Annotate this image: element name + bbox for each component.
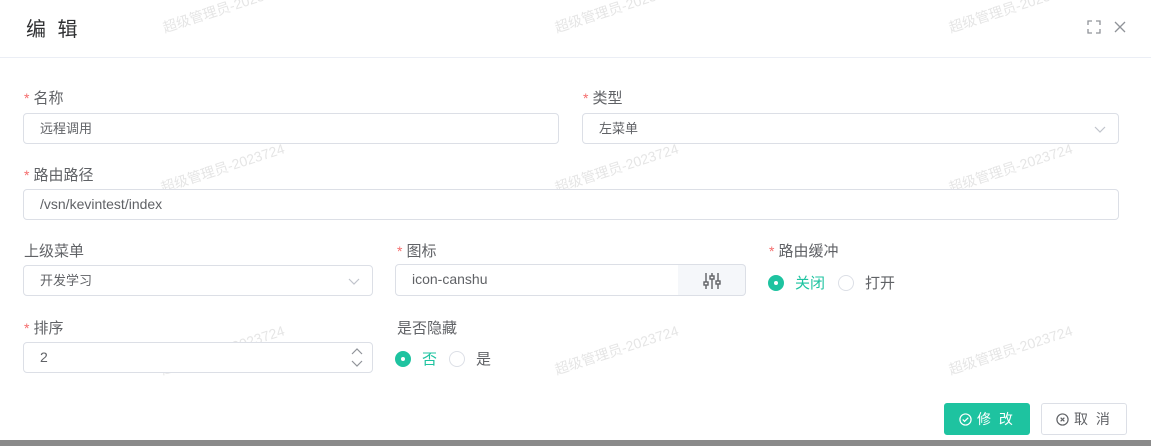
close-circle-icon bbox=[1056, 412, 1069, 426]
radio-dot bbox=[449, 350, 465, 367]
name-input[interactable]: 远程调用 bbox=[23, 113, 559, 144]
required-mark: * bbox=[583, 90, 589, 106]
close-icon[interactable] bbox=[1112, 19, 1128, 35]
watermark: 超级管理员-2023724 bbox=[946, 322, 1075, 378]
icon-input[interactable]: icon-canshu bbox=[395, 264, 679, 296]
name-label: * 名称 bbox=[24, 90, 64, 107]
parent-menu-label: 上级菜单 bbox=[24, 243, 85, 260]
hidden-label: 是否隐藏 bbox=[397, 320, 458, 337]
dialog-header: 编 辑 bbox=[0, 0, 1151, 58]
route-path-input[interactable]: /vsn/kevintest/index bbox=[23, 189, 1119, 220]
required-mark: * bbox=[24, 90, 30, 106]
radio-cache-off[interactable]: 关闭 bbox=[768, 272, 825, 293]
radio-cache-on[interactable]: 打开 bbox=[838, 272, 895, 293]
chevron-down-icon bbox=[348, 278, 360, 285]
fullscreen-icon[interactable] bbox=[1086, 19, 1102, 35]
watermark: 超级管理员-2023724 bbox=[552, 322, 681, 378]
edit-dialog: 超级管理员-2023724 超级管理员-2023724 超级管理员-202372… bbox=[0, 0, 1151, 446]
sort-number-input[interactable]: 2 bbox=[23, 342, 373, 373]
chevron-down-icon bbox=[1094, 126, 1106, 133]
sliders-icon bbox=[703, 273, 721, 289]
route-cache-label: * 路由缓冲 bbox=[769, 243, 839, 260]
type-label: * 类型 bbox=[583, 90, 623, 107]
check-circle-icon bbox=[959, 412, 972, 426]
cancel-button[interactable]: 取 消 bbox=[1041, 403, 1127, 435]
required-mark: * bbox=[24, 167, 30, 183]
submit-button[interactable]: 修 改 bbox=[944, 403, 1030, 435]
radio-dot bbox=[838, 274, 854, 291]
stepper-icon[interactable] bbox=[342, 343, 372, 372]
type-select[interactable]: 左菜单 bbox=[582, 113, 1119, 144]
dialog-title: 编 辑 bbox=[26, 19, 81, 41]
required-mark: * bbox=[769, 243, 775, 259]
radio-hidden-yes[interactable]: 是 bbox=[449, 348, 491, 369]
radio-dot bbox=[395, 350, 411, 367]
icon-label: * 图标 bbox=[397, 243, 437, 260]
icon-picker-button[interactable] bbox=[678, 264, 746, 296]
radio-hidden-no[interactable]: 否 bbox=[395, 348, 437, 369]
bottom-divider bbox=[0, 440, 1151, 446]
radio-dot bbox=[768, 274, 784, 291]
required-mark: * bbox=[397, 243, 403, 259]
required-mark: * bbox=[24, 320, 30, 336]
parent-menu-select[interactable]: 开发学习 bbox=[23, 265, 373, 296]
route-path-label: * 路由路径 bbox=[24, 167, 94, 184]
sort-label: * 排序 bbox=[24, 320, 64, 337]
